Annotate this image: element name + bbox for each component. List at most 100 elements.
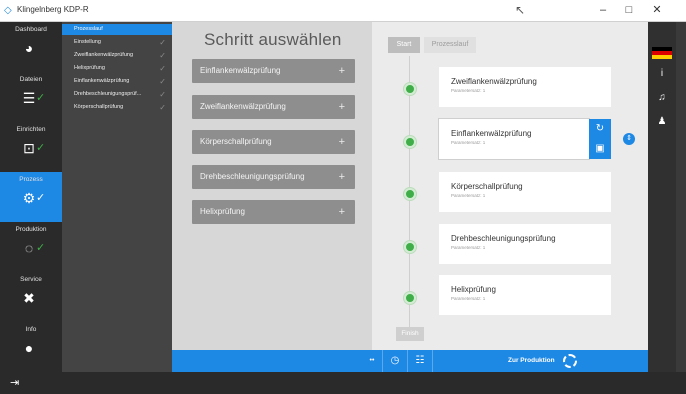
step-status-dot	[404, 241, 416, 253]
step-param: Parametersatz: 1	[451, 296, 486, 301]
delete-step-icon[interactable]: ▣	[589, 139, 611, 159]
check-icon: ✓	[36, 92, 46, 104]
nav-label: Dateien	[19, 76, 43, 83]
reorder-handle-icon[interactable]: ⇕	[623, 133, 635, 145]
nav-label: Service	[20, 276, 42, 283]
submenu-item-einflanken[interactable]: Einflankenwälzprüfung ✓	[62, 76, 172, 87]
plus-icon: +	[338, 101, 345, 113]
plus-icon: +	[338, 171, 345, 183]
check-icon: ✓	[159, 103, 166, 112]
submenu-item-koerperschall[interactable]: Körperschallprüfung ✓	[62, 102, 172, 113]
submenu-item-helix[interactable]: Helixprüfung ✓	[62, 63, 172, 74]
plus-icon: +	[338, 65, 345, 77]
page-title: Schritt auswählen	[204, 30, 342, 49]
divider	[382, 350, 383, 372]
step-title: Helixprüfung	[451, 285, 496, 294]
tab-start[interactable]: Start	[388, 37, 420, 53]
add-step-koerperschall-button[interactable]: Körperschallprüfung +	[192, 130, 355, 154]
plus-icon: +	[338, 136, 345, 148]
step-label: Drehbeschleunigungsprüfung	[200, 172, 305, 181]
check-icon: ✓	[159, 90, 166, 99]
bell-icon[interactable]: ♫	[648, 92, 676, 103]
nav-item-produktion[interactable]: Produktion ◌ ✓	[0, 222, 62, 272]
submenu-label: Einflankenwälzprüfung	[74, 78, 130, 84]
process-step-card[interactable]: Helixprüfung Parametersatz: 1	[439, 275, 611, 315]
divider	[407, 350, 408, 372]
step-label: Einflankenwälzprüfung	[200, 66, 281, 75]
submenu-item-prozesslauf[interactable]: Prozesslauf	[62, 24, 172, 35]
check-icon: ✓	[159, 77, 166, 86]
production-cycle-icon[interactable]	[563, 354, 577, 368]
nav-item-info[interactable]: Info ●	[0, 322, 62, 372]
step-param: Parametersatz: 1	[451, 245, 486, 250]
nav-label: Prozess	[19, 176, 43, 183]
check-icon: ✓	[36, 242, 46, 254]
submenu-label: Helixprüfung	[74, 65, 105, 71]
minimize-button[interactable]: –	[592, 2, 614, 19]
nav-item-einrichten[interactable]: Einrichten ⊡ ✓	[0, 122, 62, 172]
submenu-label: Zweiflankenwälzprüfung	[74, 52, 134, 58]
add-step-einflanken-button[interactable]: Einflankenwälzprüfung +	[192, 59, 355, 83]
step-title: Drehbeschleunigungsprüfung	[451, 234, 556, 243]
check-icon: ✓	[159, 64, 166, 73]
step-status-dot	[404, 136, 416, 148]
step-label: Zweiflankenwälzprüfung	[200, 102, 286, 111]
plus-icon: +	[338, 206, 345, 218]
nav-label: Einrichten	[16, 126, 46, 133]
close-button[interactable]: ✕	[646, 2, 668, 19]
submenu-item-drehbeschleunigung[interactable]: Drehbeschleunigungsprüf... ✓	[62, 89, 172, 100]
app-window: ◇ Klingelnberg KDP-R ↖ – □ ✕ Dashboard ◕…	[0, 0, 686, 394]
footer-bar: ⇥	[0, 372, 686, 394]
edit-step-icon[interactable]: ↻	[589, 119, 611, 139]
maximize-button[interactable]: □	[618, 2, 640, 19]
step-param: Parametersatz: 1	[451, 140, 486, 145]
history-icon[interactable]: ◷	[384, 350, 406, 372]
process-submenu: Prozesslauf Einstellung ✓ Zweiflankenwäl…	[62, 22, 172, 372]
info-icon[interactable]: i	[648, 68, 676, 79]
logout-icon[interactable]: ⇥	[10, 376, 19, 389]
process-step-card-selected[interactable]: Einflankenwälzprüfung Parametersatz: 1	[439, 119, 589, 159]
collapse-button[interactable]: ••	[362, 350, 382, 372]
title-bar: ◇ Klingelnberg KDP-R ↖ – □ ✕	[0, 0, 686, 22]
info-icon: ●	[24, 340, 34, 356]
list-settings-icon[interactable]: ☷	[409, 350, 431, 372]
german-flag-icon[interactable]	[652, 47, 672, 59]
app-logo-icon: ◇	[4, 5, 12, 16]
step-param: Parametersatz: 1	[451, 88, 486, 93]
tab-prozesslauf[interactable]: Prozesslauf	[424, 37, 476, 53]
submenu-item-einstellung[interactable]: Einstellung ✓	[62, 37, 172, 48]
nav-label: Info	[25, 326, 37, 333]
action-bar: •• ◷ ☷ Zur Produktion	[172, 350, 648, 372]
mouse-cursor-icon: ↖	[515, 3, 526, 17]
add-step-drehbeschleunigung-button[interactable]: Drehbeschleunigungsprüfung +	[192, 165, 355, 189]
step-selection-panel: Schritt auswählen Einflankenwälzprüfung …	[172, 22, 372, 350]
process-step-card[interactable]: Körperschallprüfung Parametersatz: 1	[439, 172, 611, 212]
check-icon: ✓	[159, 38, 166, 47]
card-actions: ↻ ▣	[589, 119, 611, 159]
nav-label: Dashboard	[15, 26, 47, 33]
process-step-card[interactable]: Drehbeschleunigungsprüfung Parametersatz…	[439, 224, 611, 264]
step-label: Helixprüfung	[200, 207, 245, 216]
tools-icon: ✖	[23, 290, 35, 306]
step-title: Einflankenwälzprüfung	[451, 129, 532, 138]
finish-marker: Finish	[396, 327, 424, 341]
process-flow-panel: Start Prozesslauf Zweiflankenwälzprüfung…	[372, 22, 648, 350]
submenu-item-zweiflanken[interactable]: Zweiflankenwälzprüfung ✓	[62, 50, 172, 61]
process-step-card[interactable]: Zweiflankenwälzprüfung Parametersatz: 1	[439, 67, 611, 107]
go-to-production-button[interactable]: Zur Produktion	[508, 350, 555, 372]
step-param: Parametersatz: 1	[451, 193, 486, 198]
nav-label: Produktion	[15, 226, 47, 233]
check-icon: ✓	[159, 51, 166, 60]
user-icon[interactable]: ♟	[648, 116, 676, 127]
check-icon: ✓	[36, 142, 46, 154]
divider	[432, 350, 433, 372]
nav-item-dashboard[interactable]: Dashboard ◕	[0, 22, 62, 72]
right-toolbar: i ♫ ♟	[648, 22, 676, 372]
step-status-dot	[404, 188, 416, 200]
nav-item-service[interactable]: Service ✖	[0, 272, 62, 322]
gauge-icon: ◕	[24, 40, 34, 56]
nav-item-dateien[interactable]: Dateien ☰ ✓	[0, 72, 62, 122]
add-step-helix-button[interactable]: Helixprüfung +	[192, 200, 355, 224]
add-step-zweiflanken-button[interactable]: Zweiflankenwälzprüfung +	[192, 95, 355, 119]
nav-item-prozess[interactable]: Prozess ⚙ ✓	[0, 172, 62, 222]
